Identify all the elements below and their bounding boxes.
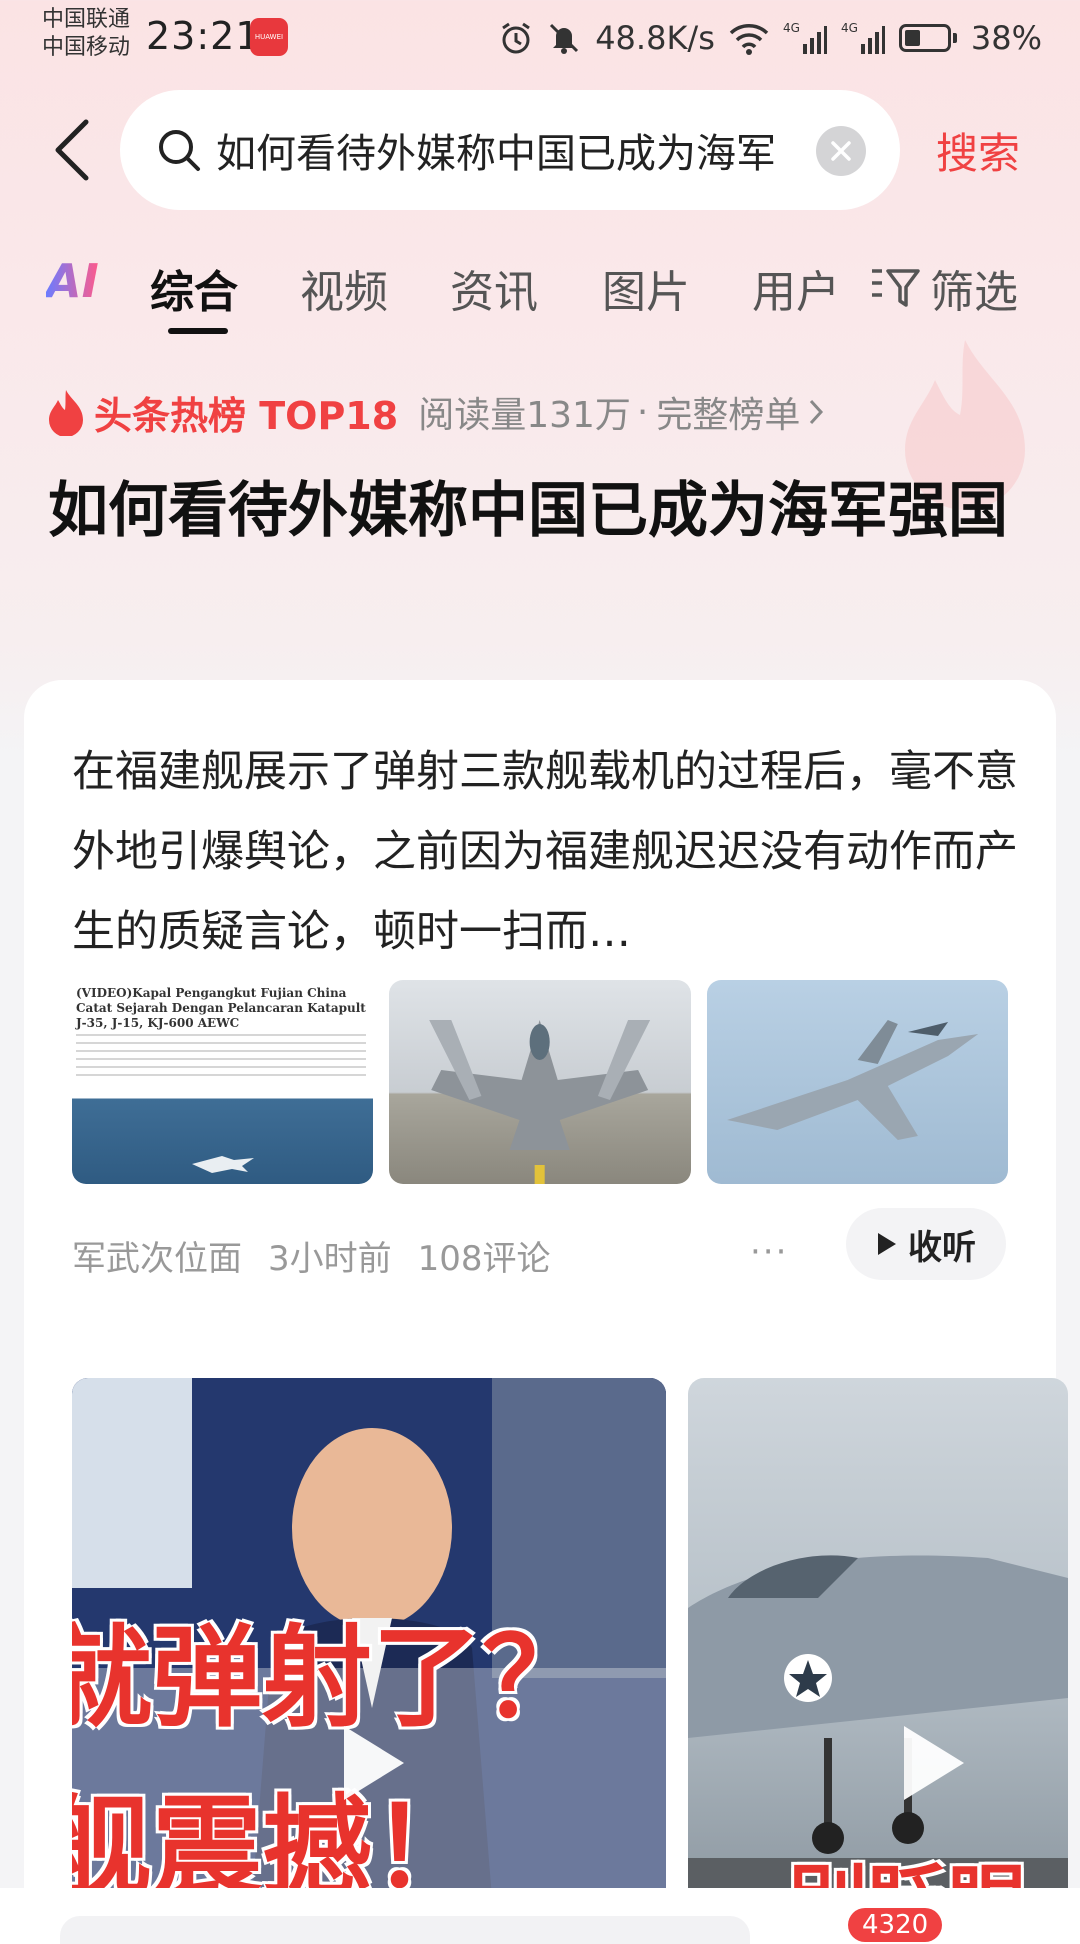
back-button[interactable]	[44, 112, 100, 188]
stealth-jet-image	[429, 1020, 651, 1184]
tab-video[interactable]: 视频	[300, 256, 388, 320]
huawei-app-icon: HUAWEI	[250, 18, 288, 56]
hot-read-count: 阅读量131万	[418, 395, 631, 436]
search-submit-button[interactable]: 搜索	[936, 120, 1020, 181]
carrier-info: 中国联通 中国移动	[42, 6, 130, 62]
signal-icon-2: 4G	[841, 20, 885, 56]
listen-button[interactable]: 收听	[846, 1208, 1006, 1280]
tab-images[interactable]: 图片	[602, 256, 690, 320]
search-tabs: AI 综合 视频 资讯 图片 用户 筛选	[0, 250, 1080, 340]
thumbnail-news-headline: (VIDEO)Kapal Pengangkut Fujian China Cat…	[76, 986, 366, 1030]
full-list-link[interactable]: · 完整榜单	[637, 386, 824, 438]
battery-icon	[898, 24, 957, 52]
article-snippet[interactable]: 在福建舰展示了弹射三款舰载机的过程后，毫不意外地引爆舆论，之前因为福建舰迟迟没有…	[72, 732, 1018, 972]
net-speed: 48.8K/s	[595, 19, 715, 57]
brand-badge-label: HUAWEI	[254, 33, 284, 41]
filter-label: 筛选	[930, 267, 1018, 318]
bottom-bar: 4320	[0, 1888, 1080, 1944]
thumbnail-news-screenshot[interactable]: (VIDEO)Kapal Pengangkut Fujian China Cat…	[72, 980, 374, 1184]
status-icons: 48.8K/s 4G 4G 38%	[499, 16, 1042, 60]
filter-icon	[872, 269, 920, 307]
tab-news[interactable]: 资讯	[450, 256, 538, 320]
tab-comprehensive[interactable]: 综合	[150, 256, 238, 320]
active-tab-indicator	[168, 328, 228, 334]
video-1-play-icon[interactable]	[324, 1718, 414, 1808]
comment-count-badge[interactable]: 4320	[848, 1908, 943, 1942]
listen-label: 收听	[908, 1227, 976, 1268]
carrier-2: 中国移动	[42, 35, 131, 60]
back-arrow-icon	[55, 119, 89, 181]
thumbnail-news-body	[76, 1034, 366, 1080]
mute-icon	[547, 21, 581, 55]
fighter-jet-image	[726, 1020, 978, 1140]
hot-list-banner[interactable]: 头条热榜 TOP18 阅读量131万 · 完整榜单	[46, 384, 824, 440]
search-icon	[159, 130, 200, 171]
filter-button[interactable]: 筛选	[870, 256, 1018, 320]
chevron-right-icon	[810, 399, 824, 425]
article-card[interactable]: 在福建舰展示了弹射三款舰载机的过程后，毫不意外地引爆舆论，之前因为福建舰迟迟没有…	[24, 680, 1068, 1944]
more-options-button[interactable]: ···	[750, 1232, 788, 1272]
video-1-caption-line-2: 舰震撼！	[72, 1784, 482, 1898]
search-input[interactable]	[216, 127, 776, 173]
flame-icon	[49, 390, 83, 436]
hot-list-label: 头条热榜 TOP18	[94, 393, 399, 438]
video-card-1[interactable]: 就弹射了？ 舰震撼！	[72, 1378, 666, 1898]
carrier-jet-image	[688, 1555, 1068, 1898]
article-source[interactable]: 军武次位面	[72, 1231, 242, 1280]
video-2-play-icon[interactable]	[884, 1718, 974, 1808]
clear-search-button[interactable]	[816, 126, 866, 176]
tab-ai[interactable]: AI	[46, 254, 99, 308]
play-icon	[878, 1233, 896, 1255]
separator-dot: ·	[636, 391, 649, 433]
thumbnail-fighter-jet[interactable]	[706, 980, 1008, 1184]
comment-input[interactable]	[60, 1916, 750, 1944]
jet-on-sea-image	[192, 1156, 254, 1173]
battery-percent: 38%	[970, 19, 1042, 57]
search-box[interactable]	[120, 90, 900, 210]
wifi-icon	[729, 21, 769, 55]
svg-text:4G: 4G	[783, 21, 800, 35]
article-comment-count[interactable]: 108评论	[418, 1231, 551, 1280]
tab-users[interactable]: 用户	[752, 256, 840, 320]
carrier-1: 中国联通	[42, 7, 131, 32]
article-thumbnails: (VIDEO)Kapal Pengangkut Fujian China Cat…	[72, 980, 1008, 1184]
alarm-icon	[499, 21, 533, 55]
status-bar: 中国联通 中国移动 23:21 HUAWEI 48.8K/s 4G 4G 38%	[0, 0, 1080, 78]
clock: 23:21	[146, 14, 261, 58]
close-icon	[831, 141, 851, 161]
signal-icon: 4G	[783, 20, 827, 56]
article-time: 3小时前	[268, 1238, 392, 1279]
topic-title[interactable]: 如何看待外媒称中国已成为海军强国	[48, 466, 1008, 556]
thumbnail-stealth-jet[interactable]	[389, 980, 691, 1184]
video-card-2[interactable]: 别眨眼	[688, 1378, 1068, 1898]
svg-text:4G: 4G	[841, 21, 858, 35]
full-list-label: 完整榜单	[656, 395, 801, 436]
